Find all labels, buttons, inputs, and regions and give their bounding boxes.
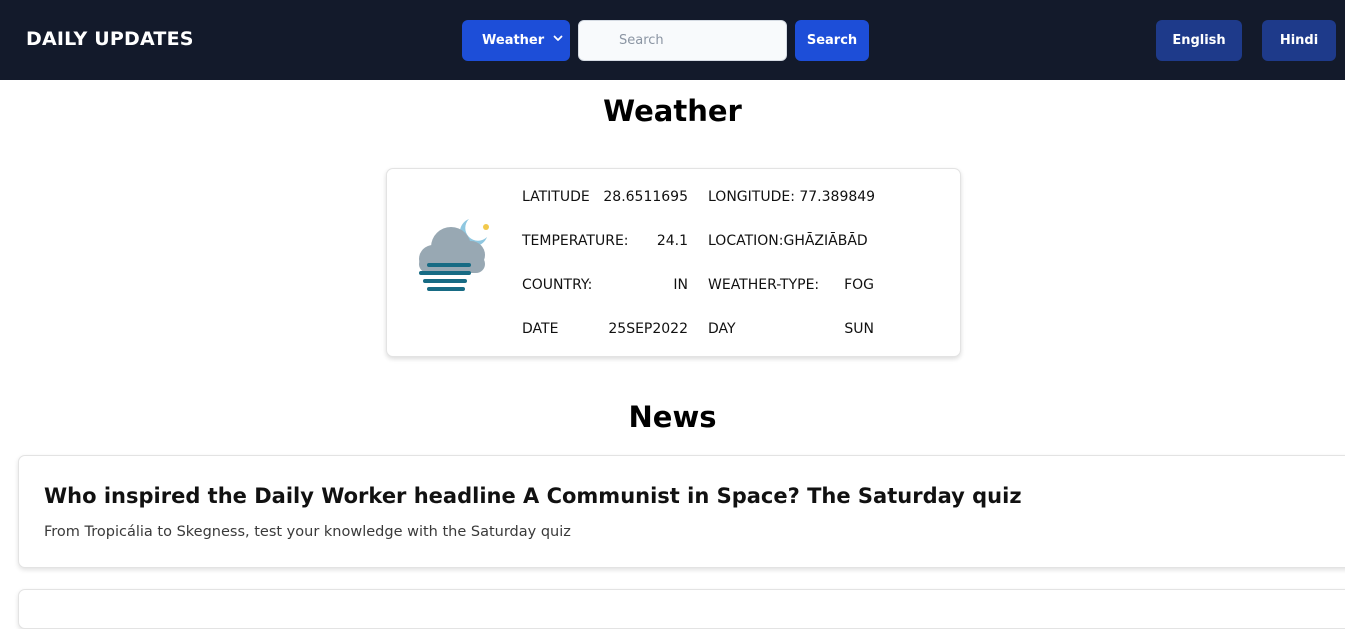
category-select-value: Weather [482, 33, 545, 48]
news-description: From Tropicália to Skegness, test your k… [44, 524, 571, 540]
location-label: LOCATION:GHĀZIĀBĀD [708, 233, 868, 249]
top-navbar: DAILY UPDATES Weather Search English Hin… [0, 0, 1345, 80]
weather-heading: Weather [603, 94, 742, 128]
news-card[interactable] [18, 589, 1345, 629]
day-label: DAY [708, 321, 736, 337]
temperature-value: 24.1 [656, 233, 688, 249]
date-label: DATE [522, 321, 559, 337]
fog-night-icon [419, 219, 489, 291]
news-heading: News [628, 400, 717, 434]
news-card[interactable]: Who inspired the Daily Worker headline A… [18, 455, 1345, 568]
category-select[interactable]: Weather [462, 20, 570, 61]
country-label: COUNTRY: [522, 277, 593, 293]
brand-title: DAILY UPDATES [26, 28, 194, 50]
english-button[interactable]: English [1156, 20, 1242, 61]
chevron-down-icon [553, 35, 563, 41]
weather-card: LATITUDE 28.6511695 LONGITUDE: 77.389849… [386, 168, 961, 357]
country-value: IN [673, 277, 688, 293]
date-value: 25SEP2022 [608, 321, 688, 337]
day-value: SUN [844, 321, 874, 337]
longitude-label: LONGITUDE: 77.389849 [708, 189, 876, 205]
search-input[interactable] [578, 20, 787, 61]
latitude-label: LATITUDE [522, 189, 590, 205]
search-button[interactable]: Search [795, 20, 869, 61]
latitude-value: 28.6511695 [603, 189, 688, 205]
hindi-button[interactable]: Hindi [1262, 20, 1336, 61]
news-title[interactable]: Who inspired the Daily Worker headline A… [44, 484, 1022, 508]
weather-type-value: FOG [844, 277, 874, 293]
